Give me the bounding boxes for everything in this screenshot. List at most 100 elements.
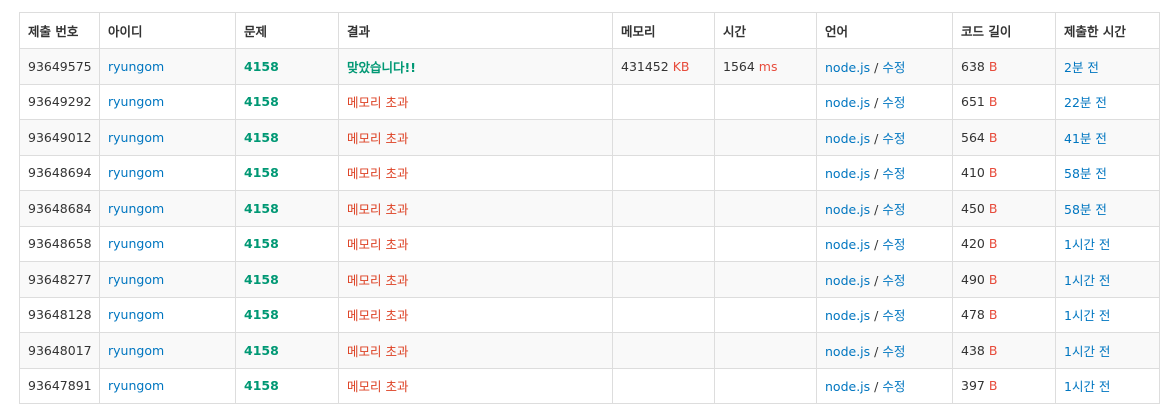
edit-link[interactable]: 수정: [882, 202, 905, 217]
time-cell: [714, 332, 817, 369]
submission-id-cell: 93648658: [19, 225, 100, 262]
submitted-time-link[interactable]: 22분 전: [1064, 95, 1107, 110]
code-length-value: 410: [961, 165, 985, 181]
language-link[interactable]: node.js: [825, 131, 870, 146]
result-cell: 메모리 초과: [338, 154, 613, 191]
table-row: 93648658 ryungom 4158 메모리 초과 node.js / 수정 420…: [19, 225, 1160, 262]
submitted-time-link[interactable]: 58분 전: [1064, 202, 1107, 217]
code-length-cell: 450 B: [952, 190, 1056, 227]
submitted-time-link[interactable]: 1시간 전: [1064, 344, 1110, 359]
problem-link[interactable]: 4158: [244, 201, 279, 216]
problem-cell: 4158: [235, 154, 339, 191]
user-link[interactable]: ryungom: [108, 201, 164, 216]
problem-link[interactable]: 4158: [244, 272, 279, 287]
user-link[interactable]: ryungom: [108, 59, 164, 74]
user-link[interactable]: ryungom: [108, 378, 164, 393]
edit-link[interactable]: 수정: [882, 379, 905, 394]
code-length-cell: 638 B: [952, 48, 1056, 85]
status-table-wrapper: 제출 번호 아이디 문제 결과 메모리 시간 언어 코드 길이 제출한 시간 9…: [19, 12, 1160, 404]
table-row: 93648017 ryungom 4158 메모리 초과 node.js / 수정 438…: [19, 332, 1160, 369]
problem-link[interactable]: 4158: [244, 94, 279, 109]
submitted-time-link[interactable]: 1시간 전: [1064, 273, 1110, 288]
language-cell: node.js / 수정: [816, 367, 953, 404]
header-user-id: 아이디: [99, 12, 236, 49]
submitted-time-link[interactable]: 2분 전: [1064, 60, 1099, 75]
table-row: 93648277 ryungom 4158 메모리 초과 node.js / 수정 490…: [19, 261, 1160, 298]
submitted-time-cell: 1시간 전: [1055, 261, 1160, 298]
user-link[interactable]: ryungom: [108, 130, 164, 145]
header-problem: 문제: [235, 12, 339, 49]
language-link[interactable]: node.js: [825, 308, 870, 323]
edit-link[interactable]: 수정: [882, 95, 905, 110]
user-link[interactable]: ryungom: [108, 343, 164, 358]
edit-link[interactable]: 수정: [882, 308, 905, 323]
language-cell: node.js / 수정: [816, 332, 953, 369]
problem-link[interactable]: 4158: [244, 165, 279, 180]
edit-link[interactable]: 수정: [882, 166, 905, 181]
problem-link[interactable]: 4158: [244, 378, 279, 393]
language-link[interactable]: node.js: [825, 60, 870, 75]
submission-id-cell: 93648128: [19, 296, 100, 333]
user-link[interactable]: ryungom: [108, 165, 164, 180]
submission-id-cell: 93648017: [19, 332, 100, 369]
edit-link[interactable]: 수정: [882, 344, 905, 359]
code-length-unit: B: [988, 342, 998, 358]
language-separator: /: [874, 130, 879, 146]
submitted-time-link[interactable]: 1시간 전: [1064, 379, 1110, 394]
problem-link[interactable]: 4158: [244, 59, 279, 74]
user-cell: ryungom: [99, 83, 236, 120]
problem-cell: 4158: [235, 367, 339, 404]
memory-cell: [612, 332, 715, 369]
time-cell: [714, 83, 817, 120]
user-link[interactable]: ryungom: [108, 236, 164, 251]
submitted-time-cell: 41분 전: [1055, 119, 1160, 156]
language-link[interactable]: node.js: [825, 273, 870, 288]
language-separator: /: [874, 379, 879, 395]
language-link[interactable]: node.js: [825, 237, 870, 252]
memory-cell: [612, 296, 715, 333]
language-link[interactable]: node.js: [825, 379, 870, 394]
result-cell: 메모리 초과: [338, 225, 613, 262]
user-link[interactable]: ryungom: [108, 307, 164, 322]
problem-link[interactable]: 4158: [244, 307, 279, 322]
user-link[interactable]: ryungom: [108, 94, 164, 109]
submitted-time-link[interactable]: 1시간 전: [1064, 308, 1110, 323]
submission-id-cell: 93648694: [19, 154, 100, 191]
problem-link[interactable]: 4158: [244, 343, 279, 358]
language-link[interactable]: node.js: [825, 166, 870, 181]
time-cell: [714, 296, 817, 333]
submitted-time-link[interactable]: 1시간 전: [1064, 237, 1110, 252]
result-cell: 메모리 초과: [338, 83, 613, 120]
submission-id-cell: 93649292: [19, 83, 100, 120]
user-link[interactable]: ryungom: [108, 272, 164, 287]
submitted-time-cell: 58분 전: [1055, 190, 1160, 227]
edit-link[interactable]: 수정: [882, 237, 905, 252]
time-cell: [714, 261, 817, 298]
submitted-time-link[interactable]: 58분 전: [1064, 166, 1107, 181]
language-link[interactable]: node.js: [825, 95, 870, 110]
code-length-value: 397: [961, 378, 985, 394]
problem-cell: 4158: [235, 261, 339, 298]
language-link[interactable]: node.js: [825, 202, 870, 217]
edit-link[interactable]: 수정: [882, 60, 905, 75]
language-separator: /: [874, 237, 879, 253]
language-separator: /: [874, 308, 879, 324]
submission-id-cell: 93648684: [19, 190, 100, 227]
language-separator: /: [874, 59, 879, 75]
problem-link[interactable]: 4158: [244, 130, 279, 145]
language-link[interactable]: node.js: [825, 344, 870, 359]
code-length-value: 564: [961, 129, 985, 145]
submitted-time-cell: 22분 전: [1055, 83, 1160, 120]
edit-link[interactable]: 수정: [882, 131, 905, 146]
code-length-unit: B: [988, 307, 998, 323]
table-row: 93649012 ryungom 4158 메모리 초과 node.js / 수정 564…: [19, 119, 1160, 156]
memory-unit: KB: [672, 58, 690, 74]
language-cell: node.js / 수정: [816, 296, 953, 333]
time-value: 1564: [723, 58, 755, 74]
code-length-value: 638: [961, 58, 985, 74]
submitted-time-link[interactable]: 41분 전: [1064, 131, 1107, 146]
memory-cell: [612, 225, 715, 262]
problem-link[interactable]: 4158: [244, 236, 279, 251]
result-text: 메모리 초과: [347, 130, 409, 146]
edit-link[interactable]: 수정: [882, 273, 905, 288]
